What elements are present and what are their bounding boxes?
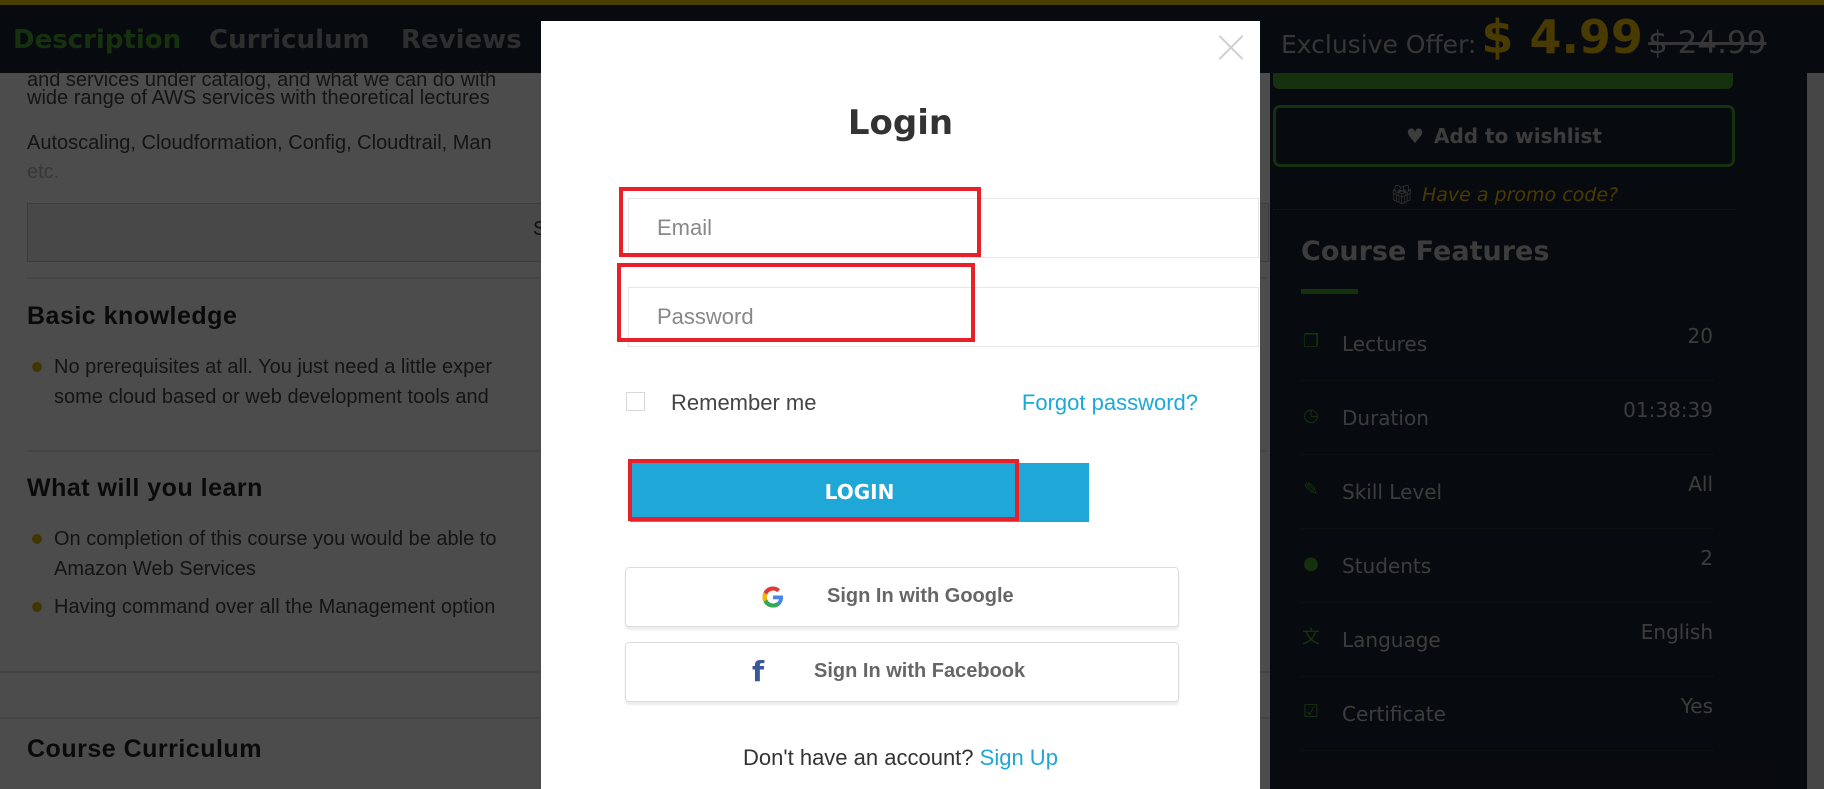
google-sign-in-label: Sign In with Google — [827, 585, 1014, 607]
email-input[interactable] — [629, 199, 1258, 257]
password-field[interactable] — [628, 287, 1259, 347]
close-icon[interactable] — [1217, 33, 1245, 61]
email-field[interactable] — [628, 198, 1259, 258]
remember-me-checkbox[interactable] — [626, 392, 645, 411]
facebook-sign-in-label: Sign In with Facebook — [814, 660, 1026, 682]
facebook-icon: f — [752, 655, 765, 688]
facebook-sign-in-button[interactable]: f Sign In with Facebook — [625, 642, 1179, 702]
remember-me-label[interactable]: Remember me — [671, 390, 816, 416]
sign-up-link[interactable]: Sign Up — [980, 745, 1058, 770]
modal-title: Login — [847, 103, 954, 143]
signup-prompt: Don't have an account? Sign Up — [743, 745, 1058, 770]
password-input[interactable] — [629, 288, 1258, 346]
google-icon — [762, 586, 784, 608]
google-sign-in-button[interactable]: Sign In with Google — [625, 567, 1179, 627]
forgot-password-link[interactable]: Forgot password? — [1022, 390, 1198, 416]
login-modal: Login Remember me Forgot password? LOGIN… — [541, 21, 1260, 789]
login-button[interactable]: LOGIN — [630, 463, 1089, 522]
